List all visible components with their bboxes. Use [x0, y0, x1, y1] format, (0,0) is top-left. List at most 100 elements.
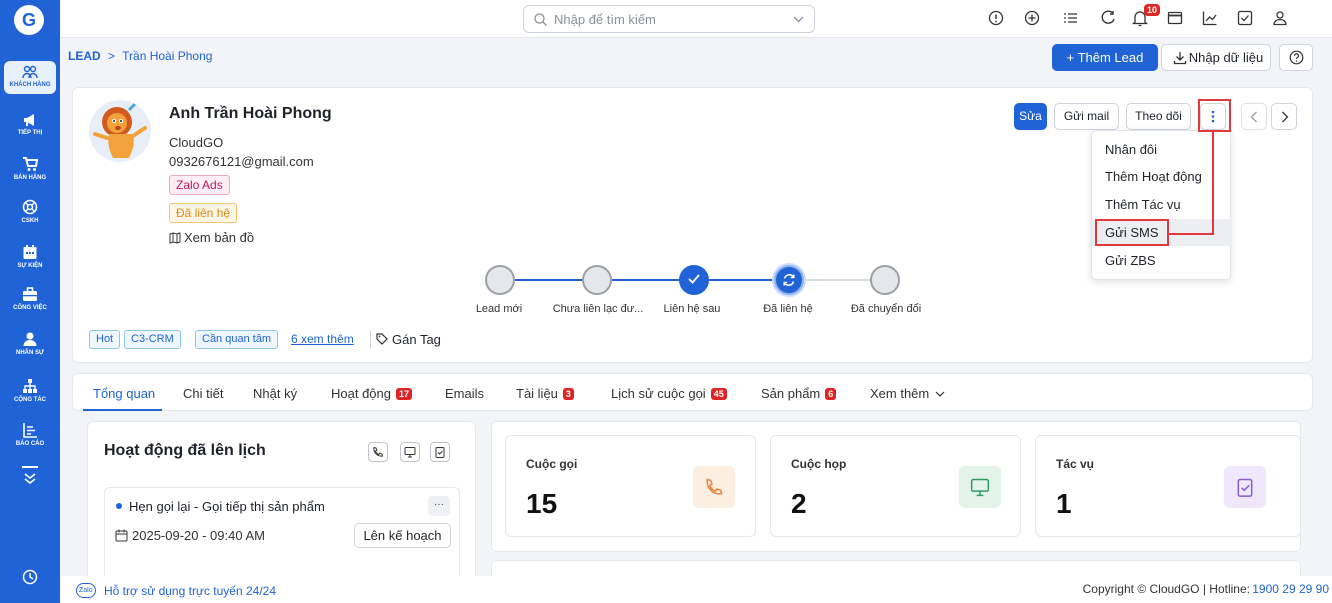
sidebar-item-label: BÁN HÀNG: [13, 175, 47, 181]
menu-item-add-task[interactable]: Thêm Tác vụ: [1092, 191, 1232, 218]
user-icon[interactable]: [1272, 10, 1288, 26]
support-icon: [22, 199, 38, 215]
pipeline-step-contacted[interactable]: [774, 265, 804, 295]
send-mail-button[interactable]: Gửi mail: [1054, 103, 1119, 130]
customers-icon: [22, 65, 38, 79]
tag-chip[interactable]: Cần quan tâm: [195, 330, 279, 349]
sidebar-item-sales[interactable]: BÁN HÀNG: [0, 156, 60, 182]
phone-icon: [706, 478, 723, 495]
breadcrumb-root[interactable]: LEAD: [68, 49, 101, 63]
refresh-icon[interactable]: [1100, 10, 1116, 26]
pipeline-label: Đã chuyển đổi: [850, 303, 922, 315]
tab-count-badge: 3: [562, 388, 574, 400]
sidebar-item-label: CỘNG TÁC: [14, 397, 46, 403]
scheduled-activities-panel: Hoạt động đã lên lịch Hẹn gọi lại - Gọi …: [87, 421, 476, 581]
double-chevron-down-icon: [24, 473, 36, 485]
calendar-icon: [115, 529, 128, 542]
status-tag: Đã liên hệ: [169, 203, 238, 223]
stat-value: 2: [791, 488, 807, 519]
tag-chip[interactable]: C3-CRM: [124, 330, 181, 349]
lead-name: Anh Trần Hoài Phong: [169, 105, 332, 122]
help-icon: [1289, 50, 1304, 65]
info-icon[interactable]: [988, 10, 1004, 26]
sidebar-item-cskh[interactable]: CSKH: [0, 199, 60, 225]
add-circle-icon[interactable]: [1024, 10, 1040, 26]
monitor-icon: [404, 447, 416, 458]
window-icon[interactable]: [1167, 10, 1183, 26]
import-button[interactable]: Nhập dữ liệu: [1161, 44, 1271, 71]
notification-count-badge: 10: [1144, 4, 1161, 16]
chart-line-icon[interactable]: [1202, 10, 1218, 26]
pipeline-step-contact-later[interactable]: [679, 265, 709, 295]
lead-company: CloudGO: [169, 135, 224, 150]
tab-documents[interactable]: Tài liệu 3: [516, 386, 574, 401]
edit-button[interactable]: Sửa: [1014, 103, 1047, 130]
pipeline-label: Liên hệ sau: [663, 303, 721, 315]
add-lead-button[interactable]: + Thêm Lead: [1052, 44, 1158, 71]
activity-more-button[interactable]: ···: [428, 496, 450, 516]
sidebar-item-events[interactable]: SỰ KIỆN: [0, 244, 60, 270]
sidebar-item-hr[interactable]: NHÂN SỰ: [0, 331, 60, 357]
tab-overview[interactable]: Tổng quan: [93, 386, 155, 401]
sidebar-item-customers[interactable]: KHÁCH HÀNG: [4, 61, 56, 94]
cloudgo-logo[interactable]: G: [14, 5, 44, 35]
sidebar-item-marketing[interactable]: TIẾP THỊ: [0, 113, 60, 137]
tab-call-history[interactable]: Lịch sử cuộc gọi 45: [611, 386, 727, 401]
sidebar-expand-button[interactable]: [0, 466, 60, 487]
pipeline-step-converted[interactable]: [870, 265, 900, 295]
follow-button[interactable]: Theo dõi: [1126, 103, 1191, 130]
lead-email[interactable]: 0932676121@gmail.com: [169, 154, 314, 169]
org-chart-icon: [23, 379, 37, 393]
status-dot: [116, 503, 122, 509]
help-button[interactable]: [1279, 44, 1313, 71]
sidebar-item-reports[interactable]: BÁO CÁO: [0, 422, 60, 448]
sidebar-item-tasks[interactable]: CÔNG VIỆC: [0, 287, 60, 312]
footer: Zalo Hỗ trợ sử dụng trực tuyến 24/24 Cop…: [60, 576, 1332, 603]
tab-more[interactable]: Xem thêm: [870, 386, 945, 401]
map-link[interactable]: Xem bản đồ: [169, 230, 254, 245]
more-tags-link[interactable]: 6 xem thêm: [291, 332, 354, 346]
add-call-button[interactable]: [368, 442, 388, 462]
tab-label: Lịch sử cuộc gọi: [611, 386, 706, 401]
zalo-badge: Zalo: [76, 583, 96, 598]
checkbox-icon[interactable]: [1237, 10, 1253, 26]
tab-log[interactable]: Nhật ký: [253, 386, 297, 401]
clock-icon: [22, 569, 38, 585]
support-link[interactable]: Hỗ trợ sử dụng trực tuyến 24/24: [104, 584, 276, 598]
monitor-icon: [970, 478, 990, 497]
tab-products[interactable]: Sản phẩm 6: [761, 386, 837, 401]
pipeline-step-new[interactable]: [485, 265, 515, 295]
sidebar: G KHÁCH HÀNG TIẾP THỊ BÁN HÀNG CSKH SỰ K…: [0, 0, 60, 603]
stat-card-meetings[interactable]: Cuộc họp 2: [770, 435, 1021, 537]
stat-card-tasks[interactable]: Tác vụ 1: [1035, 435, 1301, 537]
sidebar-item-collab[interactable]: CỘNG TÁC: [0, 378, 60, 404]
previous-button[interactable]: [1241, 103, 1267, 130]
tab-emails[interactable]: Emails: [445, 386, 484, 401]
add-task-button[interactable]: [430, 442, 450, 462]
next-button[interactable]: [1271, 103, 1297, 130]
clipboard-icon: [1237, 478, 1253, 497]
menu-item-duplicate[interactable]: Nhân đôi: [1092, 136, 1232, 163]
tab-activities[interactable]: Hoạt động 17: [331, 386, 413, 401]
stat-label: Tác vụ: [1056, 457, 1095, 471]
scheduled-activity-item[interactable]: Hẹn gọi lại - Gọi tiếp thị sản phẩm ··· …: [104, 487, 460, 580]
list-icon[interactable]: [1063, 10, 1079, 26]
pipeline-step-not-contacted[interactable]: [582, 265, 612, 295]
search-input[interactable]: Nhập để tìm kiếm: [523, 5, 815, 33]
sidebar-item-label: NHÂN SỰ: [16, 350, 44, 356]
assign-tag-button[interactable]: Gán Tag: [376, 332, 441, 347]
history-button[interactable]: [0, 569, 60, 587]
sidebar-item-label: CÔNG VIỆC: [13, 305, 47, 311]
cart-icon: [23, 157, 38, 171]
menu-item-add-activity[interactable]: Thêm Hoạt động: [1092, 163, 1232, 190]
chevron-down-icon: [935, 391, 945, 397]
tab-count-badge: 17: [396, 388, 413, 400]
hotline-link[interactable]: 1900 29 29 90: [1252, 582, 1329, 596]
tab-details[interactable]: Chi tiết: [183, 386, 223, 401]
tag-chip[interactable]: Hot: [89, 330, 121, 349]
menu-item-send-zbs[interactable]: Gửi ZBS: [1092, 247, 1232, 274]
plan-button[interactable]: Lên kế hoạch: [354, 523, 451, 548]
stat-card-calls[interactable]: Cuộc gọi 15: [505, 435, 756, 537]
add-meeting-button[interactable]: [400, 442, 420, 462]
highlight-connector: [1212, 131, 1214, 235]
